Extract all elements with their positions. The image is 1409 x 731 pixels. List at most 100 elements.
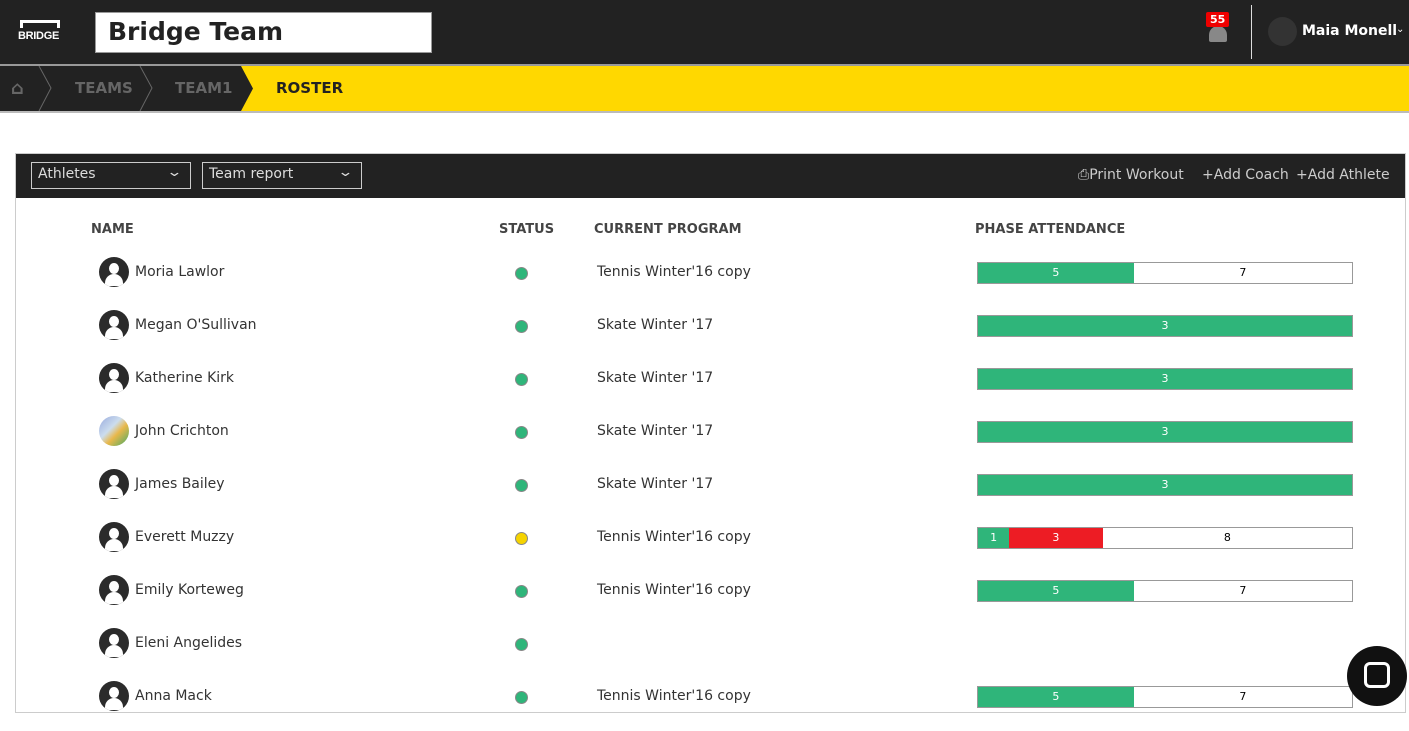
column-header-attendance[interactable]: PHASE ATTENDANCE xyxy=(975,222,1125,237)
bridge-logo[interactable]: BRIDGE xyxy=(18,20,66,44)
attendance-segment: 5 xyxy=(978,581,1134,601)
table-row[interactable]: James Bailey Skate Winter '17 3 xyxy=(16,466,1405,519)
table-row[interactable]: Everett Muzzy Tennis Winter'16 copy 1 3 8 xyxy=(16,519,1405,572)
attendance-bar: 3 xyxy=(977,421,1353,443)
athlete-name[interactable]: James Bailey xyxy=(135,476,225,492)
avatar[interactable] xyxy=(99,522,129,552)
breadcrumb-teams[interactable]: TEAMS xyxy=(75,66,133,111)
status-indicator xyxy=(515,532,528,545)
column-header-status[interactable]: STATUS xyxy=(499,222,554,237)
current-program: Skate Winter '17 xyxy=(597,476,714,492)
select-value: Athletes xyxy=(38,166,96,182)
attendance-segment: 3 xyxy=(978,422,1352,442)
avatar[interactable] xyxy=(99,575,129,605)
current-program: Skate Winter '17 xyxy=(597,370,714,386)
attendance-segment: 5 xyxy=(978,263,1134,283)
current-program: Tennis Winter'16 copy xyxy=(597,688,751,704)
athlete-name[interactable]: Moria Lawlor xyxy=(135,264,224,280)
user-avatar[interactable] xyxy=(1268,17,1297,46)
status-indicator xyxy=(515,479,528,492)
athlete-name[interactable]: Everett Muzzy xyxy=(135,529,234,545)
athletes-select[interactable]: Athletes ⌄ xyxy=(31,162,191,189)
team-name-field[interactable]: Bridge Team xyxy=(95,12,432,53)
athlete-name[interactable]: Katherine Kirk xyxy=(135,370,234,386)
label: Add Athlete xyxy=(1307,167,1390,183)
divider xyxy=(1251,5,1252,59)
logo-text: BRIDGE xyxy=(18,30,59,42)
attendance-segment: 3 xyxy=(978,369,1352,389)
attendance-segment: 3 xyxy=(978,316,1352,336)
status-indicator xyxy=(515,585,528,598)
status-indicator xyxy=(515,691,528,704)
add-athlete-button[interactable]: +Add Athlete xyxy=(1296,167,1390,183)
athlete-name[interactable]: Emily Korteweg xyxy=(135,582,244,598)
breadcrumb-separator xyxy=(139,66,153,111)
breadcrumb-team1[interactable]: TEAM1 xyxy=(175,66,232,111)
chat-button[interactable] xyxy=(1347,646,1407,706)
avatar[interactable] xyxy=(99,257,129,287)
report-select[interactable]: Team report ⌄ xyxy=(202,162,362,189)
status-indicator xyxy=(515,373,528,386)
breadcrumb-roster: ROSTER xyxy=(276,79,344,97)
current-program: Tennis Winter'16 copy xyxy=(597,529,751,545)
attendance-segment: 5 xyxy=(978,687,1134,707)
column-header-name[interactable]: NAME xyxy=(91,222,134,237)
attendance-bar: 3 xyxy=(977,315,1353,337)
status-indicator xyxy=(515,426,528,439)
athlete-name[interactable]: Anna Mack xyxy=(135,688,212,704)
attendance-bar: 138 xyxy=(977,527,1353,549)
column-header-program[interactable]: CURRENT PROGRAM xyxy=(594,222,742,237)
attendance-segment: 8 xyxy=(1102,528,1352,548)
attendance-segment: 1 xyxy=(978,528,1010,548)
avatar[interactable] xyxy=(99,363,129,393)
attendance-segment: 7 xyxy=(1133,263,1352,283)
panel-toolbar: Athletes ⌄ Team report ⌄ ⎙Print Workout +A… xyxy=(16,154,1405,198)
breadcrumb-separator xyxy=(38,66,52,111)
table-row[interactable]: Anna Mack Tennis Winter'16 copy 5 7 xyxy=(16,678,1405,731)
avatar[interactable] xyxy=(99,628,129,658)
attendance-bar: 57 xyxy=(977,262,1353,284)
athlete-name[interactable]: John Crichton xyxy=(135,423,229,439)
current-program: Skate Winter '17 xyxy=(597,317,714,333)
avatar[interactable] xyxy=(99,310,129,340)
label: Print Workout xyxy=(1089,167,1184,183)
home-icon[interactable]: ⌂ xyxy=(11,66,24,111)
attendance-bar: 57 xyxy=(977,686,1353,708)
athlete-name[interactable]: Eleni Angelides xyxy=(135,635,242,651)
user-name[interactable]: Maia Monell xyxy=(1302,23,1397,39)
chevron-down-icon[interactable]: ⌄ xyxy=(1396,24,1404,35)
table-row[interactable]: Megan O'Sullivan Skate Winter '17 3 xyxy=(16,307,1405,360)
add-coach-button[interactable]: +Add Coach xyxy=(1202,167,1289,183)
roster-panel: Athletes ⌄ Team report ⌄ ⎙Print Workout +A… xyxy=(15,153,1406,713)
chevron-down-icon: ⌄ xyxy=(166,165,183,180)
status-indicator xyxy=(515,638,528,651)
table-row[interactable]: Emily Korteweg Tennis Winter'16 copy 5 7 xyxy=(16,572,1405,625)
attendance-segment: 3 xyxy=(978,475,1352,495)
table-row[interactable]: Moria Lawlor Tennis Winter'16 copy 5 7 xyxy=(16,254,1405,307)
attendance-bar: 3 xyxy=(977,368,1353,390)
plus-icon: + xyxy=(1202,167,1214,183)
attendance-segment: 7 xyxy=(1133,581,1352,601)
attendance-bar: 3 xyxy=(977,474,1353,496)
breadcrumb: ⌂ TEAMS TEAM1 ROSTER xyxy=(0,64,1409,113)
attendance-segment: 7 xyxy=(1133,687,1352,707)
top-bar: BRIDGE Bridge Team 55 Maia Monell ⌄ xyxy=(0,0,1409,64)
current-program: Skate Winter '17 xyxy=(597,423,714,439)
chevron-down-icon: ⌄ xyxy=(337,165,354,180)
current-program: Tennis Winter'16 copy xyxy=(597,582,751,598)
table-row[interactable]: John Crichton Skate Winter '17 3 xyxy=(16,413,1405,466)
athlete-name[interactable]: Megan O'Sullivan xyxy=(135,317,257,333)
notification-badge[interactable]: 55 xyxy=(1206,12,1230,27)
avatar[interactable] xyxy=(99,416,129,446)
current-program: Tennis Winter'16 copy xyxy=(597,264,751,280)
print-workout-button[interactable]: ⎙Print Workout xyxy=(1078,167,1184,183)
table-row[interactable]: Eleni Angelides xyxy=(16,625,1405,678)
table-row[interactable]: Katherine Kirk Skate Winter '17 3 xyxy=(16,360,1405,413)
avatar[interactable] xyxy=(99,469,129,499)
select-value: Team report xyxy=(209,166,294,182)
avatar[interactable] xyxy=(99,681,129,711)
attendance-segment: 3 xyxy=(1009,528,1103,548)
label: Add Coach xyxy=(1213,167,1289,183)
bell-icon[interactable] xyxy=(1207,24,1231,44)
status-indicator xyxy=(515,267,528,280)
